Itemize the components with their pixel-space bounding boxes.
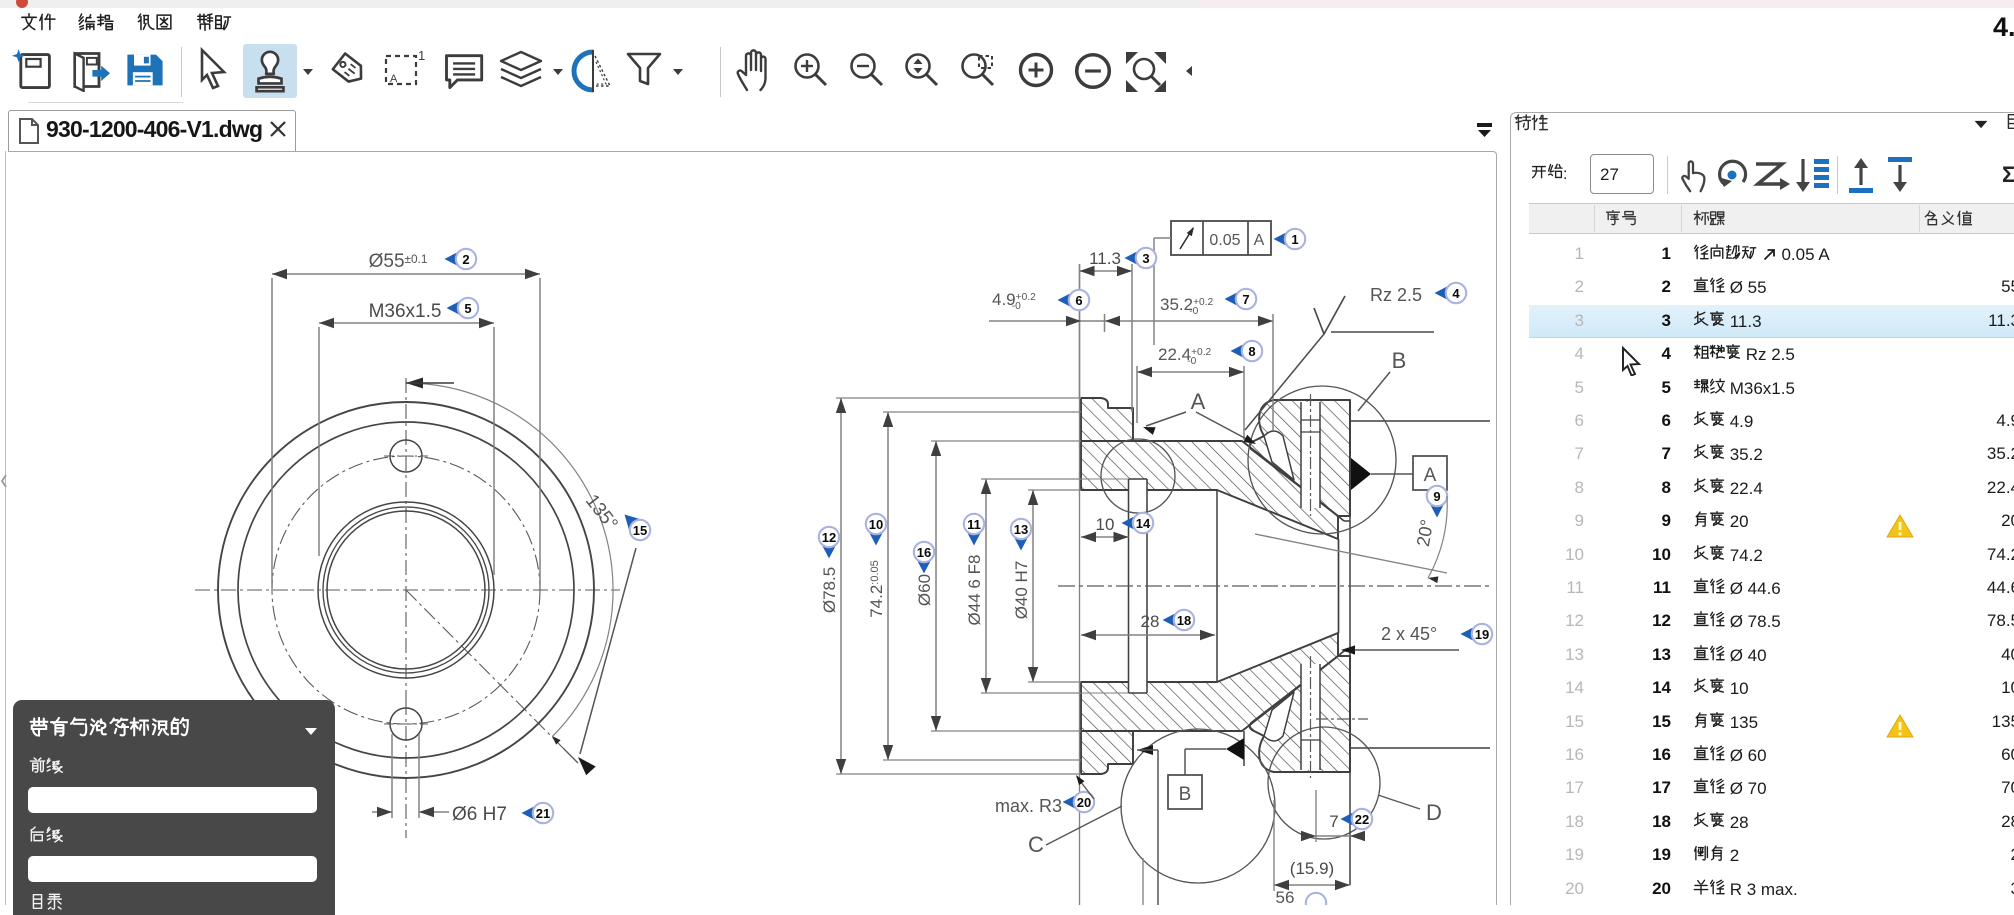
svg-text:20°: 20° xyxy=(1413,518,1437,548)
svg-text:Ø55±0.1: Ø55±0.1 xyxy=(369,251,428,272)
svg-text:11: 11 xyxy=(967,517,981,532)
svg-text:4: 4 xyxy=(1452,286,1460,301)
svg-text:2: 2 xyxy=(462,252,469,267)
svg-text:B: B xyxy=(1179,784,1192,805)
svg-text:Ø44 6 F8: Ø44 6 F8 xyxy=(965,555,984,626)
svg-text:Ø60: Ø60 xyxy=(915,574,934,606)
svg-text:15: 15 xyxy=(633,523,647,538)
svg-text:10: 10 xyxy=(1096,515,1115,534)
svg-text:A: A xyxy=(1191,389,1206,414)
svg-text:(15.9): (15.9) xyxy=(1290,859,1334,878)
svg-text:3: 3 xyxy=(1142,251,1149,266)
svg-text:56: 56 xyxy=(1276,888,1295,905)
svg-text:135°: 135° xyxy=(581,491,622,535)
svg-text:Rz 2.5: Rz 2.5 xyxy=(1370,285,1422,305)
svg-text:C: C xyxy=(1028,832,1044,857)
svg-text:14: 14 xyxy=(1136,516,1151,531)
svg-text:19: 19 xyxy=(1475,627,1489,642)
svg-text:max. R3: max. R3 xyxy=(995,796,1062,816)
svg-text:74.2:0.05: 74.2:0.05 xyxy=(867,560,886,618)
svg-text:5: 5 xyxy=(464,301,471,316)
svg-text:1: 1 xyxy=(418,48,425,63)
svg-text:12: 12 xyxy=(822,530,836,545)
svg-text:13: 13 xyxy=(1014,522,1028,537)
svg-text:A: A xyxy=(1424,465,1437,486)
svg-text:D: D xyxy=(1426,800,1442,825)
svg-text:21: 21 xyxy=(536,806,550,821)
svg-text:11.3: 11.3 xyxy=(1089,249,1121,268)
svg-text:A: A xyxy=(390,73,398,85)
svg-text:2 x 45°: 2 x 45° xyxy=(1381,624,1437,644)
svg-text:6: 6 xyxy=(1075,293,1082,308)
svg-text:B: B xyxy=(1392,348,1407,373)
svg-text:7: 7 xyxy=(1329,812,1338,831)
svg-text:9: 9 xyxy=(1433,489,1440,504)
svg-text:M36x1.5: M36x1.5 xyxy=(369,301,442,322)
svg-text:Ø78.5: Ø78.5 xyxy=(820,567,839,613)
svg-text:8: 8 xyxy=(1248,344,1255,359)
svg-text:16: 16 xyxy=(917,545,931,560)
svg-text:7: 7 xyxy=(1242,292,1249,307)
svg-text:A: A xyxy=(1254,232,1265,249)
svg-text:28: 28 xyxy=(1141,612,1160,631)
svg-text:0.05: 0.05 xyxy=(1209,232,1240,249)
svg-text:Ø40 H7: Ø40 H7 xyxy=(1012,561,1031,620)
svg-text:Ø6 H7: Ø6 H7 xyxy=(452,804,507,825)
svg-text:18: 18 xyxy=(1177,613,1191,628)
svg-text:35.2+0.2-0: 35.2+0.2-0 xyxy=(1160,295,1214,317)
svg-text:10: 10 xyxy=(869,517,883,532)
svg-text:20: 20 xyxy=(1077,795,1091,810)
svg-text:22.4+0.2-0: 22.4+0.2-0 xyxy=(1158,345,1212,367)
svg-text:4.9+0.2-0: 4.9+0.2-0 xyxy=(992,290,1036,312)
svg-text:22: 22 xyxy=(1355,812,1369,827)
svg-text:1: 1 xyxy=(1291,232,1298,247)
